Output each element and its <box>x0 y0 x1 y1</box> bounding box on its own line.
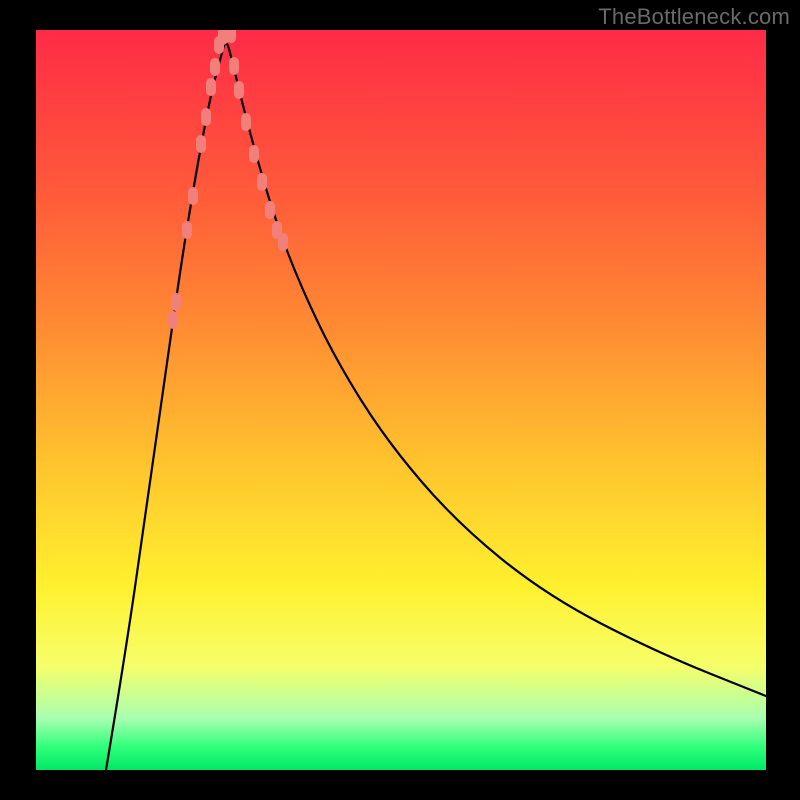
data-marker <box>234 81 244 99</box>
data-marker <box>241 113 251 131</box>
plot-area <box>36 30 766 770</box>
data-marker <box>196 135 206 153</box>
chart-frame: TheBottleneck.com <box>0 0 800 800</box>
data-marker <box>257 173 267 191</box>
bottleneck-curve-svg <box>36 30 766 770</box>
bottleneck-curve <box>106 44 766 771</box>
data-marker <box>229 57 239 75</box>
data-marker <box>226 30 236 43</box>
data-marker <box>188 187 198 205</box>
data-marker <box>171 293 181 311</box>
data-marker <box>278 233 288 251</box>
data-marker <box>210 58 220 76</box>
data-marker <box>168 311 178 329</box>
data-marker <box>265 201 275 219</box>
watermark-text: TheBottleneck.com <box>598 4 790 30</box>
data-marker <box>182 221 192 239</box>
data-marker <box>206 78 216 96</box>
data-marker <box>201 108 211 126</box>
marker-group <box>168 30 288 329</box>
data-marker <box>249 145 259 163</box>
